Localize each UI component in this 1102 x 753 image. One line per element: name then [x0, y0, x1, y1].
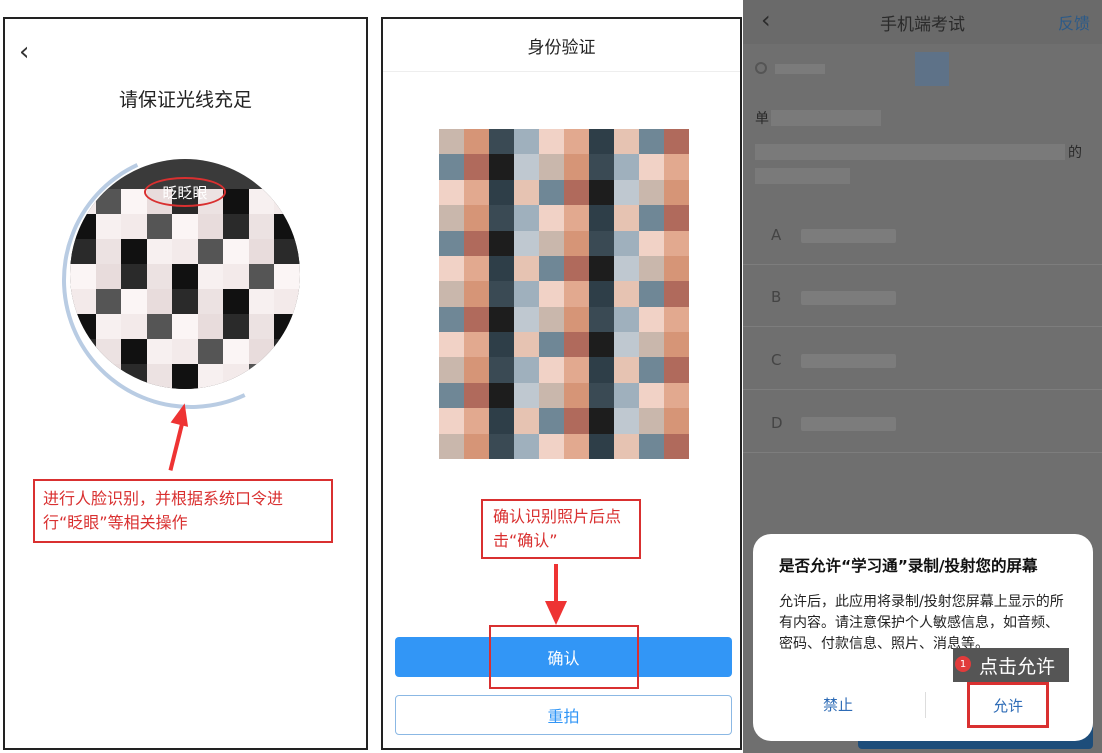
arrow-shaft	[554, 564, 558, 604]
highlight-box	[489, 625, 639, 689]
option-blurred	[801, 417, 896, 431]
instruction-note: 进行人脸识别，并根据系统口令进行“眨眼”等相关操作	[33, 479, 333, 543]
arrow-down-icon	[545, 601, 567, 625]
identity-verification-screen: 身份验证 确认识别照片后点击“确认” 确认 重拍	[381, 17, 742, 750]
answer-card-icon[interactable]	[915, 52, 949, 86]
screen-record-permission-dialog: 是否允许“学习通”录制/投射您的屏幕 允许后，此应用将录制/投射您屏幕上显示的所…	[753, 534, 1093, 741]
face-preview: 眨眨眼	[25, 114, 357, 446]
option-letter: C	[771, 351, 782, 369]
option-blurred	[801, 354, 896, 368]
page-title: 身份验证	[383, 19, 740, 72]
option-c[interactable]: C	[743, 333, 1102, 390]
option-a[interactable]: A	[743, 208, 1102, 265]
dialog-body: 允许后，此应用将录制/投射您屏幕上显示的所有内容。请注意保护个人敏感信息，如音频…	[779, 594, 1064, 652]
question-blurred	[755, 144, 1065, 160]
mobile-exam-screen: ‹ 手机端考试 反馈 单 的 A B C D 是否允许“学习通”录制/投射您的屏…	[743, 0, 1102, 753]
face-image: 眨眨眼	[70, 159, 300, 389]
option-d[interactable]: D	[743, 396, 1102, 453]
question-blurred	[755, 168, 850, 184]
option-letter: B	[771, 288, 782, 306]
step-badge: 1	[955, 656, 971, 672]
allow-button[interactable]: 允许	[967, 682, 1049, 728]
dialog-title: 是否允许“学习通”录制/投射您的屏幕	[779, 557, 1038, 575]
top-bar: ‹ 手机端考试 反馈	[743, 0, 1102, 44]
timer-row	[755, 52, 949, 86]
deny-button[interactable]: 禁止	[823, 694, 853, 715]
pixelated-face	[70, 189, 300, 389]
timer-blurred	[775, 64, 825, 74]
back-icon[interactable]: ‹	[19, 39, 29, 65]
retake-button[interactable]: 重拍	[395, 695, 732, 735]
instruction-note: 确认识别照片后点击“确认”	[481, 499, 641, 559]
question-text-tail: 的	[1068, 145, 1082, 161]
blink-prompt: 眨眨眼	[144, 177, 226, 207]
face-recognition-screen: ‹ 请保证光线充足 眨眨眼 进行人脸识别，并根据系统口令进行“眨眼”等相关操作	[3, 17, 368, 750]
feedback-link[interactable]: 反馈	[1058, 10, 1090, 34]
option-letter: A	[771, 226, 782, 244]
option-letter: D	[771, 414, 783, 432]
question-blurred	[771, 110, 881, 126]
divider	[925, 692, 926, 718]
page-title: 请保证光线充足	[118, 89, 252, 111]
option-blurred	[801, 229, 896, 243]
page-title: 手机端考试	[880, 15, 965, 35]
captured-photo	[439, 129, 689, 459]
tip-callout: 1 点击允许	[953, 648, 1070, 682]
tip-text: 点击允许	[979, 655, 1056, 678]
option-b[interactable]: B	[743, 270, 1102, 327]
option-blurred	[801, 291, 896, 305]
question-type: 单	[755, 111, 769, 127]
clock-icon	[755, 62, 767, 74]
